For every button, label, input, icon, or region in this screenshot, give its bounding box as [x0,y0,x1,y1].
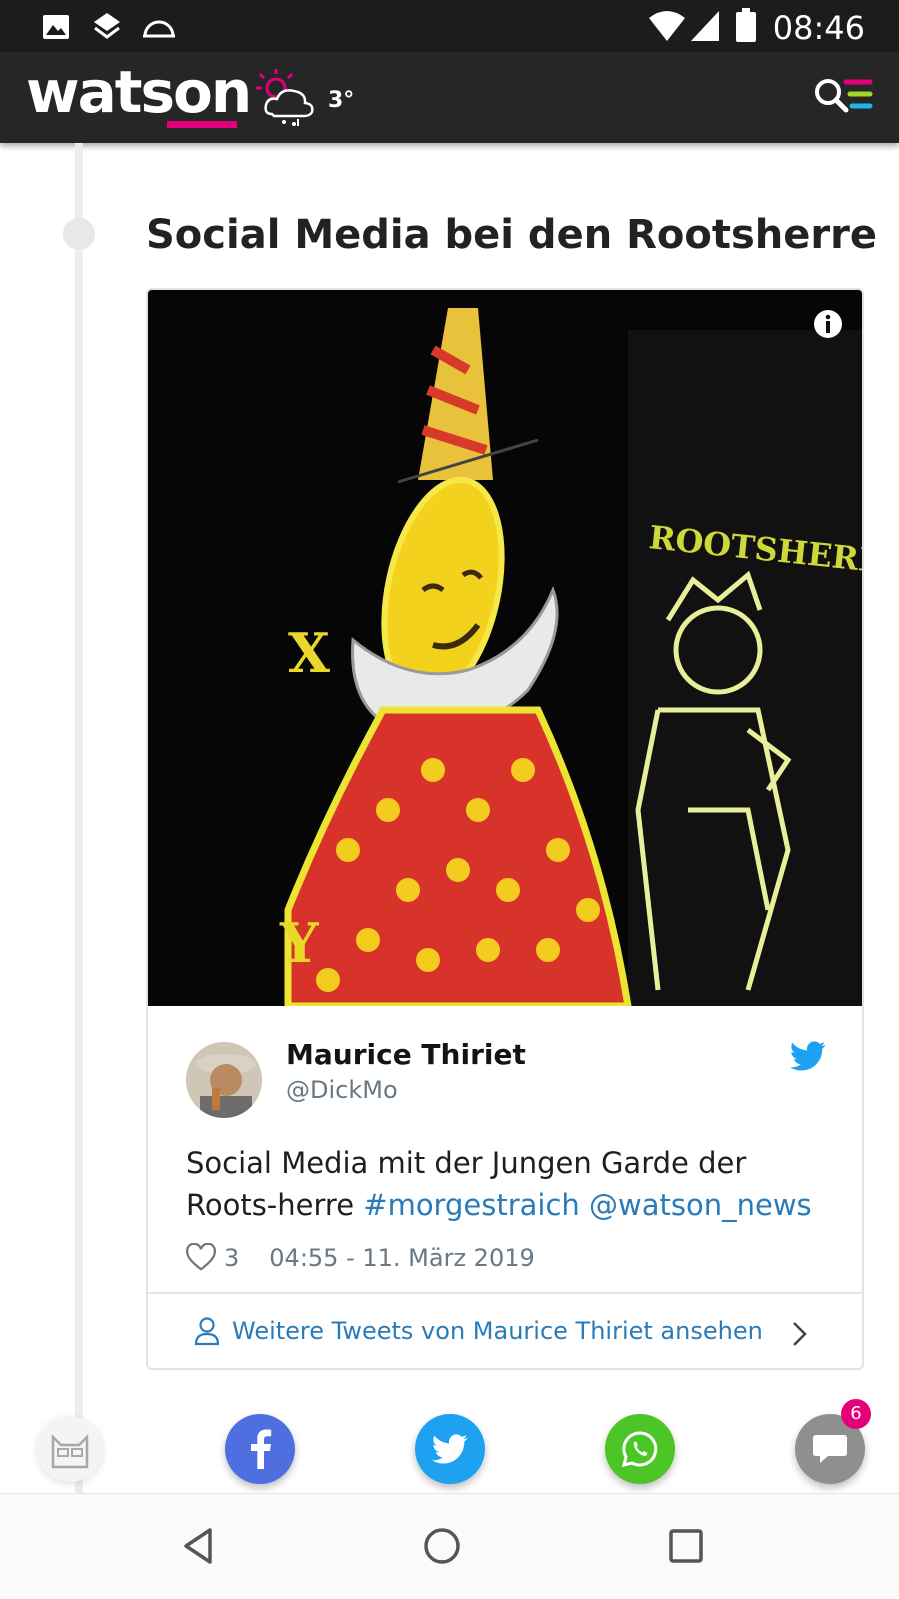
signal-icon [691,11,719,41]
twitter-share-button[interactable] [415,1414,485,1484]
battery-icon [736,8,756,42]
tweet-meta: 3 04:55 - 11. März 2019 [186,1240,535,1276]
timeline-line [75,143,83,1493]
cast-icon [143,20,175,38]
section-heading: Social Media bei den Rootsherre [146,212,877,258]
watson-logo[interactable]: watson [26,58,252,126]
info-icon[interactable] [812,308,844,340]
twitter-icon [432,1434,468,1464]
photo-letter-x: X [288,621,330,685]
home-icon[interactable] [420,1524,464,1568]
photo-letter-y: Y [279,911,320,975]
comments-count-badge: 6 [841,1399,871,1429]
whatsapp-icon [621,1431,658,1468]
timeline-dot [63,218,95,250]
status-time: 08:46 [772,9,865,47]
author-handle[interactable]: @DickMo [286,1076,398,1104]
twitter-bird-icon[interactable] [790,1038,826,1074]
chevron-right-icon[interactable] [790,1320,810,1348]
like-count: 3 [224,1244,240,1272]
facebook-share-button[interactable] [225,1414,295,1484]
layers-icon [94,13,120,39]
comments-icon [813,1435,847,1463]
site-header: watson 3° [0,52,899,143]
status-bar: 08:46 [0,0,899,52]
more-tweets-label: Weitere Tweets von Maurice Thiriet anseh… [232,1317,763,1345]
sun-cloud-snow-icon[interactable] [254,66,326,128]
avatar-image [186,1042,262,1118]
tweet-card[interactable]: X Y ROOTSHERRE Maurice Thiriet @DickMo S… [146,288,864,1370]
search-menu-icon[interactable] [812,76,874,120]
fasnacht-lantern-image: X Y ROOTSHERRE [148,290,862,1006]
more-tweets-link[interactable]: Weitere Tweets von Maurice Thiriet anseh… [194,1316,763,1346]
author-name[interactable]: Maurice Thiriet [286,1038,526,1071]
image-icon [43,15,69,39]
tweet-mention-link[interactable]: @watson_news [589,1188,812,1222]
watson-cat-button[interactable] [37,1416,103,1482]
logo-underline [167,121,237,128]
tweet-timestamp[interactable]: 04:55 - 11. März 2019 [269,1244,534,1272]
temperature: 3° [328,88,355,113]
android-nav-bar [0,1493,899,1599]
tweet-photo[interactable]: X Y ROOTSHERRE [148,290,862,1006]
wifi-icon [649,11,685,41]
person-icon [194,1317,220,1346]
tweet-hashtag-link[interactable]: #morgestraich [363,1188,580,1222]
more-tweets-bar[interactable]: Weitere Tweets von Maurice Thiriet anseh… [148,1292,862,1368]
back-icon[interactable] [178,1524,222,1568]
recents-icon[interactable] [664,1524,708,1568]
watson-cat-icon [51,1433,89,1469]
whatsapp-share-button[interactable] [605,1414,675,1484]
heart-icon[interactable] [186,1243,216,1273]
tweet-text: Social Media mit der Jungen Garde der Ro… [186,1142,826,1226]
facebook-icon [251,1429,272,1469]
author-avatar[interactable] [186,1042,262,1118]
